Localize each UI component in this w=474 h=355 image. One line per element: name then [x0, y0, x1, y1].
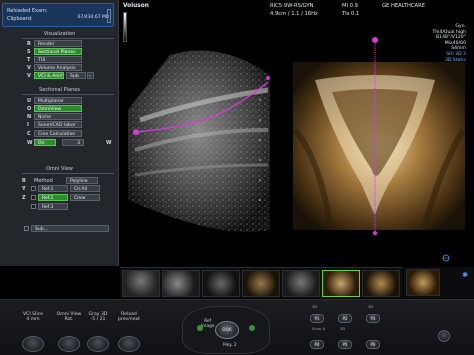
grayscale-sector-image — [128, 50, 270, 232]
render-button[interactable]: Render — [34, 40, 82, 47]
shortcut-key: O — [27, 106, 32, 112]
sonovcad-button[interactable]: SonoVCAD labor — [34, 121, 82, 128]
polyline-start-marker — [133, 129, 139, 135]
poly-label: Poly. 2 — [223, 343, 237, 348]
shortcut-key: Z — [22, 195, 26, 201]
shortcut-key: I — [27, 122, 29, 128]
thumbnail[interactable] — [122, 270, 160, 297]
shortcut-key: C — [27, 131, 31, 137]
ref3-button[interactable]: Ref.3 — [38, 203, 68, 210]
ultrasound-scans — [128, 37, 466, 262]
small-label: 3D — [368, 304, 374, 309]
left-control-panel: Reloaded Exam: Clipboard: 67/434.67 MB V… — [0, 0, 119, 266]
vci-anim-button[interactable]: VCI & Anim — [34, 72, 64, 79]
3d-render-image — [292, 62, 466, 230]
shortcut-key: R — [22, 178, 26, 184]
multiplanar-button[interactable]: Multiplanar — [34, 97, 82, 104]
divider — [22, 38, 114, 39]
center-select-button[interactable]: DQ6 — [215, 321, 239, 339]
visualization-title: Visualization — [43, 31, 76, 37]
method-select[interactable]: Polyline — [66, 177, 98, 184]
small-label: Scan A — [312, 326, 326, 331]
divider — [22, 173, 114, 174]
sub-checkbox[interactable] — [24, 226, 29, 231]
p5-button[interactable]: P5 — [338, 340, 352, 349]
p1-button[interactable]: P1 — [310, 314, 324, 323]
thumbnail[interactable] — [162, 270, 200, 297]
thumbnail[interactable] — [406, 269, 440, 296]
control-bar: VCI Slice 4 mm Omni View Rot. Gray 3D -5 / … — [0, 299, 474, 355]
center-control-cluster: DQ6 Ref Image Poly. 2 — [182, 306, 270, 354]
thumbnail[interactable] — [362, 270, 400, 297]
ref3-checkbox[interactable] — [31, 204, 36, 209]
vci-slice-knob[interactable] — [22, 336, 44, 352]
ref-image-label: Ref Image — [201, 319, 215, 329]
ref-image-indicator[interactable] — [197, 325, 203, 331]
knob-label-reload: Reload prev/next — [118, 312, 140, 323]
p4-button[interactable]: P4 — [310, 340, 324, 349]
orientation-icon — [442, 254, 450, 262]
thumbnail[interactable] — [242, 270, 280, 297]
3d-top-marker — [372, 37, 378, 43]
ref2-button[interactable]: Ref.2 — [38, 194, 68, 201]
gray-3d-knob[interactable] — [87, 336, 109, 352]
shortcut-key: W — [106, 140, 112, 146]
knob-label-vci-slice: VCI Slice 4 mm — [23, 312, 43, 323]
shortcut-key: R — [27, 41, 31, 47]
ref1-checkbox[interactable] — [31, 186, 36, 191]
thumbnail-strip-extension: ✱ — [404, 267, 474, 298]
slice-count-field[interactable]: 3 — [62, 139, 84, 146]
clipboard-meter — [107, 9, 111, 23]
sub-button[interactable]: Sub — [66, 72, 86, 79]
tui-button[interactable]: TUI — [34, 56, 82, 63]
thumbnail[interactable] — [282, 270, 320, 297]
method-label: Method — [34, 178, 53, 184]
small-label: 3D — [312, 304, 318, 309]
omni-view-title: Omni View — [46, 166, 73, 172]
omni-rotation-knob[interactable] — [58, 336, 80, 352]
shortcut-key: T — [27, 57, 31, 63]
divider — [22, 94, 114, 95]
p6-button[interactable]: P6 — [366, 340, 380, 349]
clipboard-usage: 67/434.67 MB — [77, 15, 109, 20]
exam-label: Reloaded Exam: — [7, 8, 48, 14]
ref2-checkbox[interactable] — [31, 195, 36, 200]
polyline-end-marker — [266, 76, 270, 80]
small-label: 3D — [340, 326, 346, 331]
sub-menu-button[interactable]: Sub... — [31, 225, 109, 232]
cine-calculation-button[interactable]: Cine Calculation — [34, 130, 82, 137]
shortcut-key: V — [27, 65, 31, 71]
knob-label-gray-3d: Gray 3D -5 / 21 — [88, 312, 108, 323]
sectional-planes-title: Sectional Planes — [39, 87, 80, 93]
thumbnail-selected[interactable] — [322, 270, 360, 297]
shortcut-key: N — [27, 114, 32, 120]
knob-label-omni-rot: Omni View Rot. — [56, 312, 82, 323]
niche-button[interactable]: Niche — [34, 113, 82, 120]
p3-button[interactable]: P3 — [366, 314, 380, 323]
clear-button[interactable]: Clear — [70, 194, 100, 201]
3d-bottom-marker — [373, 231, 377, 235]
shortcut-key: Y — [22, 186, 26, 192]
ref1-button[interactable]: Ref.1 — [38, 185, 68, 192]
clear-all-button[interactable]: Clr.All — [70, 185, 100, 192]
trackball-button[interactable] — [438, 330, 450, 342]
shortcut-key: V — [27, 73, 31, 79]
settings-gear-icon[interactable]: ✱ — [462, 271, 468, 279]
back-button[interactable]: ‹ — [87, 72, 94, 79]
shortcut-key: S — [27, 49, 31, 55]
reload-knob[interactable] — [118, 336, 140, 352]
on-toggle[interactable]: On — [34, 139, 56, 146]
volume-analysis-button[interactable]: Volume Analysis — [34, 64, 82, 71]
omniview-button[interactable]: OmniView — [34, 105, 82, 112]
ultrasound-image-area[interactable]: Voluson RIC5-9W-RS/GYN 4.9cm / 1.1 / 16H… — [120, 0, 474, 266]
exam-info-box: Reloaded Exam: Clipboard: 67/434.67 MB — [2, 3, 114, 27]
clipboard-label: Clipboard: — [7, 16, 33, 22]
sectional-planes-button[interactable]: Sectional Planes — [34, 48, 82, 55]
thumbnail[interactable] — [202, 270, 240, 297]
right-indicator[interactable] — [249, 325, 255, 331]
p2-button[interactable]: P2 — [338, 314, 352, 323]
shortcut-key: W — [27, 140, 33, 146]
shortcut-key: U — [27, 98, 32, 104]
thumbnail-strip — [120, 267, 403, 298]
